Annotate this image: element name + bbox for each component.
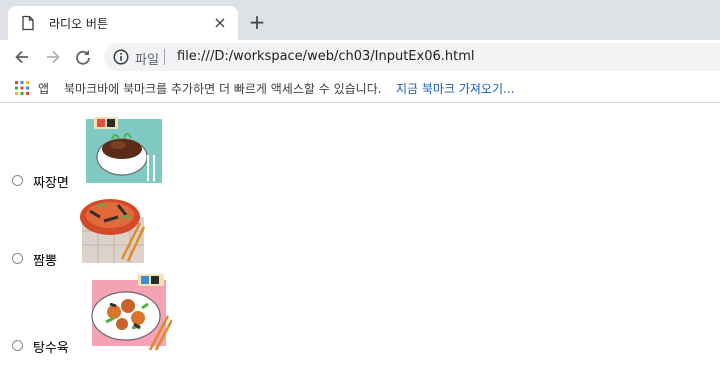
address-bar[interactable]: 파일 file:///D:/workspace/web/ch03/InputEx…	[104, 43, 720, 71]
info-icon[interactable]	[112, 48, 130, 66]
document-icon	[22, 15, 34, 31]
import-bookmarks-link[interactable]: 지금 북마크 가져오기...	[396, 80, 514, 97]
close-tab-icon[interactable]: ×	[210, 13, 230, 33]
bookmarks-hint: 북마크바에 북마크를 추가하면 더 빠르게 액세스할 수 있습니다.	[64, 82, 382, 96]
jjamppong-image	[80, 199, 146, 263]
radio-jjamppong[interactable]	[12, 253, 23, 264]
radio-jajangmyeon[interactable]	[12, 175, 23, 186]
jajangmyeon-image	[86, 117, 162, 183]
tab-strip: 라디오 버튼 × +	[0, 0, 720, 40]
back-arrow-icon[interactable]	[11, 46, 33, 68]
address-divider	[164, 49, 165, 65]
bookmarks-bar: 앱 북마크바에 북마크를 추가하면 더 빠르게 액세스할 수 있습니다. 지금 …	[0, 74, 720, 103]
option-label-jjamppong: 짬뽕	[33, 254, 57, 269]
apps-shortcut[interactable]: 앱	[38, 80, 49, 97]
new-tab-button[interactable]: +	[246, 11, 268, 33]
option-label-tangsuyuk: 탕수육	[33, 341, 69, 356]
radio-tangsuyuk[interactable]	[12, 340, 23, 351]
url-scheme-label: 파일	[135, 53, 159, 68]
reload-icon[interactable]	[72, 46, 94, 68]
forward-arrow-icon[interactable]	[42, 46, 64, 68]
tab-title: 라디오 버튼	[49, 17, 109, 31]
browser-tab[interactable]: 라디오 버튼 ×	[8, 6, 238, 40]
option-label-jajangmyeon: 짜장면	[33, 176, 69, 191]
tangsuyuk-image	[91, 274, 172, 351]
url-text[interactable]: file:///D:/workspace/web/ch03/InputEx06.…	[177, 49, 475, 64]
apps-grid-icon[interactable]	[15, 81, 29, 95]
